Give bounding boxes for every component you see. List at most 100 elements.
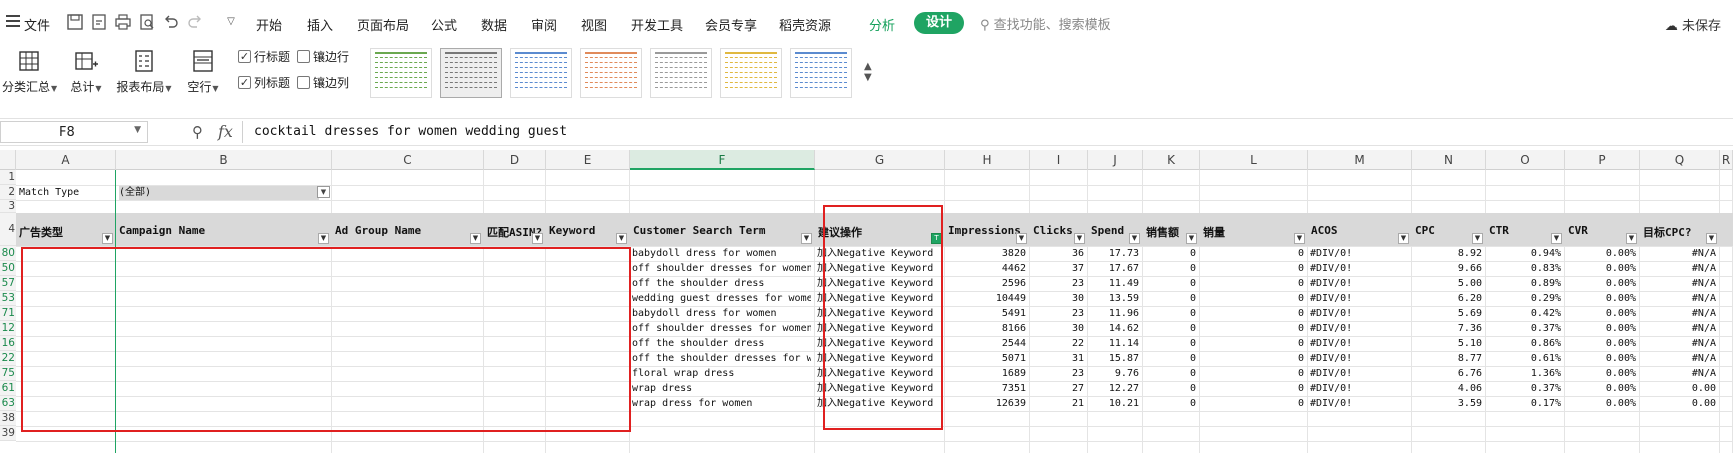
pivot-style-swatch[interactable]: [440, 48, 502, 98]
more-styles-icon[interactable]: ▲ ▼: [864, 61, 872, 83]
filter-dropdown-icon[interactable]: ▼: [1551, 233, 1562, 244]
cell-units[interactable]: 0: [1202, 292, 1304, 306]
row-header[interactable]: 2: [0, 185, 16, 200]
cell-cpc[interactable]: 6.76: [1414, 367, 1482, 381]
menu-file[interactable]: 文件: [24, 15, 50, 34]
cell-units[interactable]: 0: [1202, 262, 1304, 276]
cell-spend[interactable]: 17.73: [1090, 247, 1139, 261]
cell-term[interactable]: wedding guest dresses for women: [632, 292, 811, 306]
cell-acos[interactable]: #DIV/0!: [1310, 322, 1408, 336]
filter-dropdown-icon[interactable]: ▼: [1016, 233, 1027, 244]
cell-ctr[interactable]: 0.17%: [1488, 397, 1561, 411]
filter-dropdown-icon[interactable]: ▼: [1294, 233, 1305, 244]
redo-icon[interactable]: [186, 13, 204, 31]
cell-impressions[interactable]: 12639: [947, 397, 1026, 411]
cell-cpc[interactable]: 8.92: [1414, 247, 1482, 261]
row-header[interactable]: 38: [0, 411, 16, 426]
cell-acos[interactable]: #DIV/0!: [1310, 262, 1408, 276]
column-header-b[interactable]: B: [116, 150, 332, 170]
cell-acos[interactable]: #DIV/0!: [1310, 292, 1408, 306]
select-all-corner[interactable]: [0, 150, 16, 170]
cell-term[interactable]: wrap dress: [632, 382, 811, 396]
print-preview-icon[interactable]: [138, 13, 156, 31]
column-header-j[interactable]: J: [1088, 150, 1143, 170]
cell-units[interactable]: 0: [1202, 322, 1304, 336]
tab-member[interactable]: 会员专享: [705, 15, 757, 34]
zoom-icon[interactable]: ⚲: [192, 123, 203, 141]
cell-cvr[interactable]: 0.00%: [1567, 382, 1636, 396]
cell-cvr[interactable]: 0.00%: [1567, 322, 1636, 336]
row-header[interactable]: 1: [0, 170, 16, 185]
cell-cvr[interactable]: 0.00%: [1567, 307, 1636, 321]
column-header-q[interactable]: Q: [1640, 150, 1720, 170]
column-header-g[interactable]: G: [815, 150, 945, 170]
chevron-down-icon[interactable]: ▼: [134, 125, 141, 135]
cell-clicks[interactable]: 37: [1032, 262, 1084, 276]
tab-design[interactable]: 设计: [914, 12, 964, 34]
cell-target[interactable]: #N/A: [1642, 352, 1716, 366]
filter-dropdown-icon[interactable]: ▼: [317, 186, 330, 198]
cell-cpc[interactable]: 4.06: [1414, 382, 1482, 396]
cell-ctr[interactable]: 0.29%: [1488, 292, 1561, 306]
cell-cpc[interactable]: 5.10: [1414, 337, 1482, 351]
cell-term[interactable]: floral wrap dress: [632, 367, 811, 381]
filter-value[interactable]: (全部): [119, 186, 319, 200]
grand-total-button[interactable]: 总计▼: [66, 48, 106, 95]
filter-dropdown-icon[interactable]: ▼: [1129, 233, 1140, 244]
column-header-a[interactable]: A: [16, 150, 116, 170]
cell-cvr[interactable]: 0.00%: [1567, 337, 1636, 351]
cell-cvr[interactable]: 0.00%: [1567, 292, 1636, 306]
cell-sales[interactable]: 0: [1145, 397, 1196, 411]
subtotal-button[interactable]: 分类汇总▼: [2, 48, 57, 95]
cell-sales[interactable]: 0: [1145, 322, 1196, 336]
cell-clicks[interactable]: 23: [1032, 277, 1084, 291]
cell-cvr[interactable]: 0.00%: [1567, 367, 1636, 381]
cell-ctr[interactable]: 0.89%: [1488, 277, 1561, 291]
cell-sales[interactable]: 0: [1145, 367, 1196, 381]
cell-units[interactable]: 0: [1202, 397, 1304, 411]
tab-formulas[interactable]: 公式: [431, 15, 457, 34]
cell-term[interactable]: wrap dress for women: [632, 397, 811, 411]
row-header[interactable]: 61: [0, 381, 16, 396]
cell-target[interactable]: #N/A: [1642, 292, 1716, 306]
cell-ctr[interactable]: 0.37%: [1488, 382, 1561, 396]
cell-clicks[interactable]: 21: [1032, 397, 1084, 411]
cell-spend[interactable]: 11.14: [1090, 337, 1139, 351]
cell-term[interactable]: babydoll dress for women: [632, 247, 811, 261]
column-header-h[interactable]: H: [945, 150, 1030, 170]
cell-clicks[interactable]: 27: [1032, 382, 1084, 396]
cell-term[interactable]: off shoulder dresses for women: [632, 322, 811, 336]
cell-target[interactable]: #N/A: [1642, 322, 1716, 336]
banded-rows-checkbox[interactable]: 镶边行: [297, 48, 349, 65]
cell-cpc[interactable]: 6.20: [1414, 292, 1482, 306]
filter-dropdown-icon[interactable]: ▼: [318, 233, 329, 244]
tab-data[interactable]: 数据: [481, 15, 507, 34]
cell-cpc[interactable]: 5.69: [1414, 307, 1482, 321]
cell-impressions[interactable]: 8166: [947, 322, 1026, 336]
cell-impressions[interactable]: 10449: [947, 292, 1026, 306]
tab-insert[interactable]: 插入: [307, 15, 333, 34]
column-header-c[interactable]: C: [332, 150, 484, 170]
cell-units[interactable]: 0: [1202, 277, 1304, 291]
pivot-style-swatch[interactable]: [580, 48, 642, 98]
cell-impressions[interactable]: 2596: [947, 277, 1026, 291]
cell-cpc[interactable]: 3.59: [1414, 397, 1482, 411]
cell-spend[interactable]: 17.67: [1090, 262, 1139, 276]
cell-sales[interactable]: 0: [1145, 262, 1196, 276]
cell-sales[interactable]: 0: [1145, 277, 1196, 291]
row-headers-checkbox[interactable]: ✓ 行标题: [238, 48, 290, 65]
blank-rows-button[interactable]: 空行▼: [184, 48, 222, 95]
cell-units[interactable]: 0: [1202, 337, 1304, 351]
column-header-k[interactable]: K: [1143, 150, 1200, 170]
filter-dropdown-icon[interactable]: ▼: [1398, 233, 1409, 244]
print-icon[interactable]: [114, 13, 132, 31]
cell-target[interactable]: 0.00: [1642, 397, 1716, 411]
cell-impressions[interactable]: 5491: [947, 307, 1026, 321]
cell-target[interactable]: #N/A: [1642, 277, 1716, 291]
cell-spend[interactable]: 11.96: [1090, 307, 1139, 321]
cell-cpc[interactable]: 7.36: [1414, 322, 1482, 336]
cell-acos[interactable]: #DIV/0!: [1310, 382, 1408, 396]
cell-term[interactable]: off shoulder dresses for women: [632, 262, 811, 276]
chevron-down-icon[interactable]: ▽: [222, 13, 240, 31]
cell-impressions[interactable]: 4462: [947, 262, 1026, 276]
